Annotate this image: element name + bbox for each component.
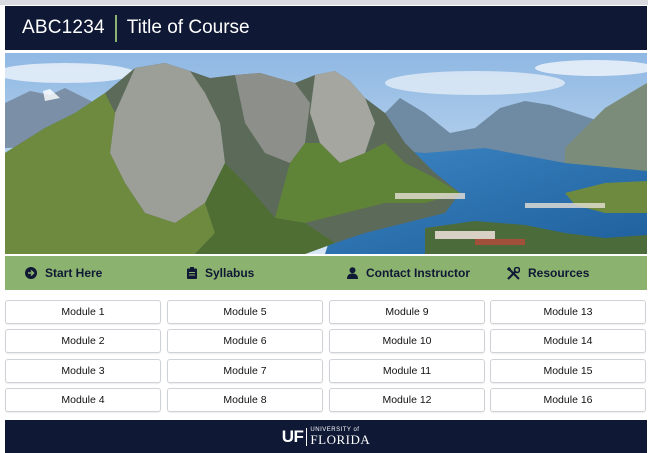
banner-image: [5, 53, 647, 254]
uf-logo-text: UNIVERSITY of FLORIDA: [310, 427, 370, 446]
course-title: Title of Course: [126, 17, 250, 38]
module-button[interactable]: Module 14: [490, 329, 646, 353]
nav-syllabus[interactable]: Syllabus: [187, 256, 254, 290]
arrow-circle-right-icon: [25, 267, 37, 279]
nav-label: Resources: [528, 266, 590, 280]
module-button[interactable]: Module 9: [329, 300, 485, 324]
clipboard-icon: [187, 267, 197, 279]
module-button[interactable]: Module 1: [5, 300, 161, 324]
nav-label: Start Here: [45, 266, 103, 280]
nav-resources[interactable]: Resources: [507, 256, 589, 290]
module-button[interactable]: Module 3: [5, 359, 161, 383]
module-button[interactable]: Module 8: [167, 388, 323, 412]
course-code: ABC1234: [22, 17, 105, 38]
module-button[interactable]: Module 4: [5, 388, 161, 412]
tools-icon: [507, 266, 520, 280]
nav-start-here[interactable]: Start Here: [25, 256, 102, 290]
uf-logo-mark: UF: [281, 426, 304, 446]
uf-logo-big-text: FLORIDA: [310, 432, 371, 447]
module-button[interactable]: Module 12: [329, 388, 485, 412]
module-button[interactable]: Module 6: [167, 329, 323, 353]
top-border: [0, 0, 648, 5]
module-button[interactable]: Module 16: [490, 388, 646, 412]
mountain-fjord-landscape: [5, 53, 647, 254]
course-nav-bar: Start Here Syllabus Contact Instructor R…: [5, 256, 647, 290]
nav-label: Syllabus: [205, 266, 255, 280]
module-button[interactable]: Module 11: [329, 359, 485, 383]
module-button[interactable]: Module 7: [167, 359, 323, 383]
footer-bar: UF UNIVERSITY of FLORIDA: [5, 420, 647, 453]
module-button[interactable]: Module 15: [490, 359, 646, 383]
course-header: ABC1234 Title of Course: [5, 6, 647, 50]
uf-logo: UF UNIVERSITY of FLORIDA: [282, 427, 371, 447]
module-button[interactable]: Module 13: [490, 300, 646, 324]
nav-label: Contact Instructor: [366, 266, 471, 280]
uf-logo-separator: [306, 427, 308, 446]
module-button[interactable]: Module 5: [167, 300, 323, 324]
module-button[interactable]: Module 2: [5, 329, 161, 353]
nav-contact-instructor[interactable]: Contact Instructor: [347, 256, 470, 290]
user-icon: [347, 267, 358, 279]
module-button[interactable]: Module 10: [329, 329, 485, 353]
header-divider: [114, 14, 117, 42]
